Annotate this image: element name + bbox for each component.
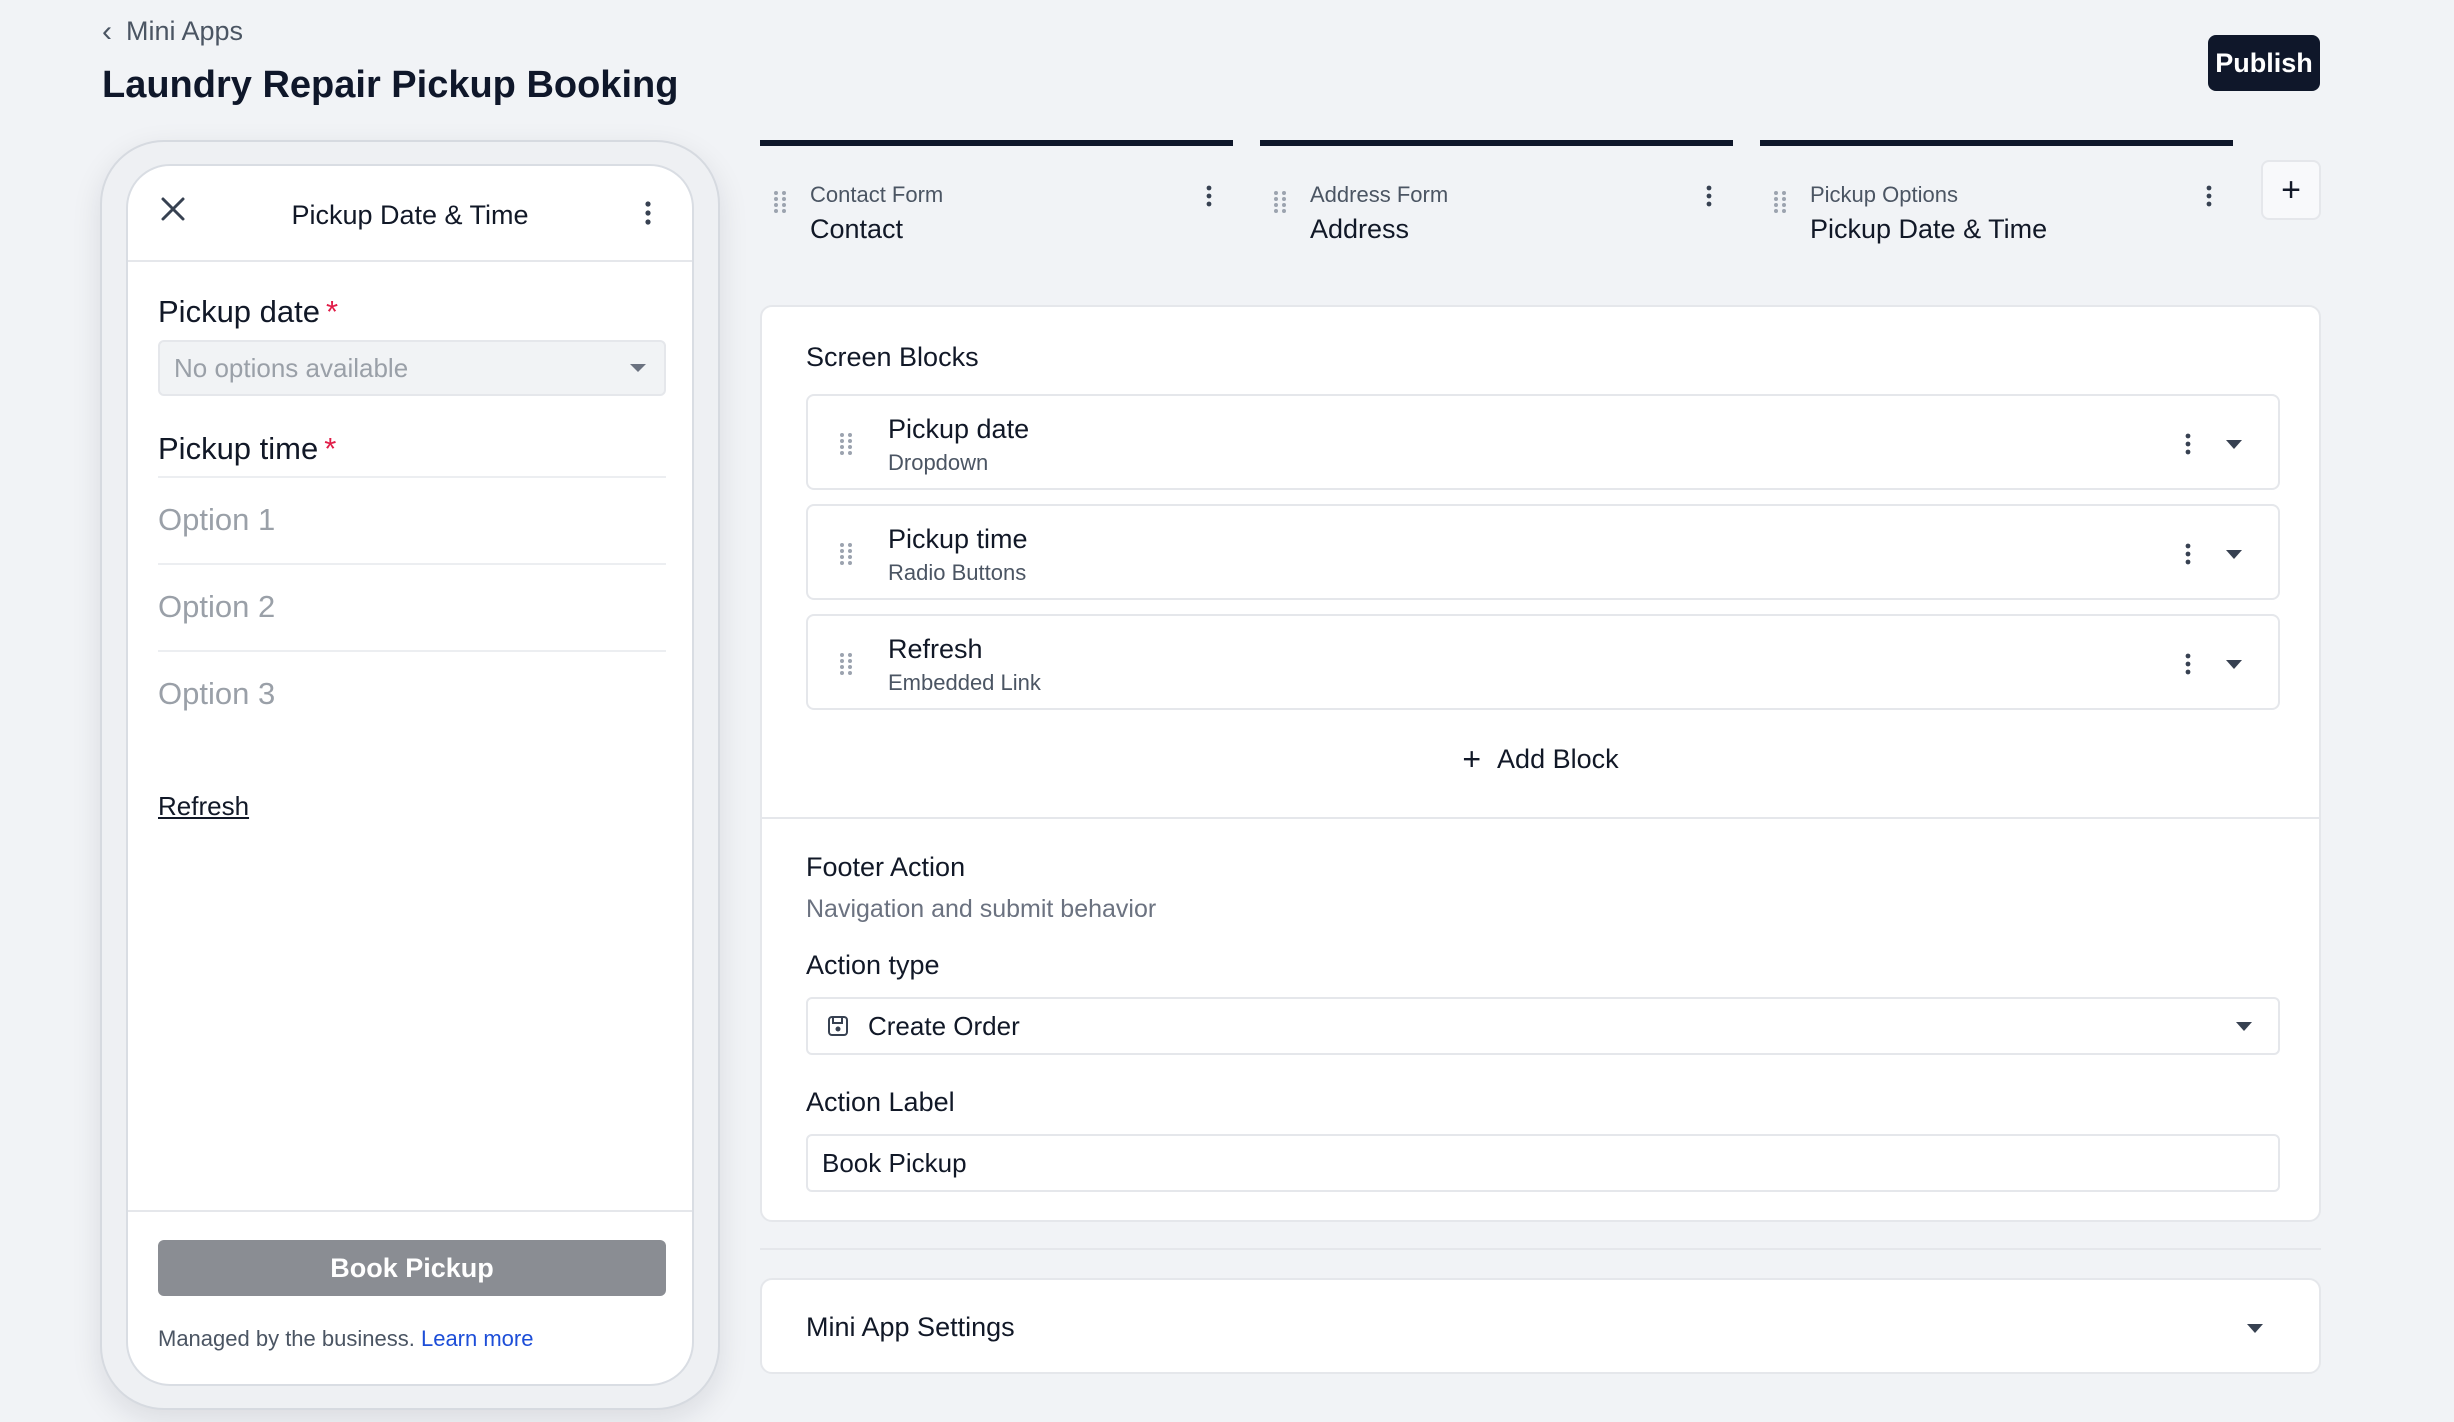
add-screen-button[interactable]: + bbox=[2261, 160, 2321, 220]
pickup-time-label: Pickup time * bbox=[158, 431, 336, 467]
add-block-label: Add Block bbox=[1497, 743, 1619, 774]
caret-down-icon bbox=[2236, 1022, 2252, 1031]
drag-handle-icon[interactable] bbox=[838, 652, 854, 676]
tab-contact[interactable]: Contact Form Contact bbox=[760, 140, 1233, 250]
more-vertical-icon[interactable] bbox=[2184, 542, 2192, 566]
action-type-label: Action type bbox=[806, 950, 940, 980]
block-name: Refresh bbox=[888, 634, 983, 664]
radio-option[interactable]: Option 3 bbox=[158, 650, 666, 736]
book-pickup-button[interactable]: Book Pickup bbox=[158, 1240, 666, 1296]
radio-option[interactable]: Option 1 bbox=[158, 476, 666, 562]
phone-preview: Pickup Date & Time Pickup date * No optio… bbox=[100, 140, 720, 1410]
tab-title: Contact bbox=[810, 214, 904, 244]
radio-option[interactable]: Option 2 bbox=[158, 563, 666, 649]
pickup-time-label-text: Pickup time bbox=[158, 431, 319, 466]
block-pickup-date[interactable]: Pickup date Dropdown bbox=[806, 394, 2280, 490]
required-mark: * bbox=[324, 431, 337, 466]
tab-title: Pickup Date & Time bbox=[1810, 214, 2048, 244]
caret-down-icon[interactable] bbox=[2226, 550, 2242, 559]
tab-address[interactable]: Address Form Address bbox=[1260, 140, 1733, 250]
block-type: Embedded Link bbox=[888, 670, 1041, 695]
pickup-date-placeholder: No options available bbox=[174, 352, 409, 383]
pickup-date-label: Pickup date * bbox=[158, 294, 338, 330]
pickup-date-select[interactable]: No options available bbox=[158, 340, 666, 396]
more-vertical-icon[interactable] bbox=[2184, 652, 2192, 676]
drag-handle-icon[interactable] bbox=[838, 542, 854, 566]
block-type: Radio Buttons bbox=[888, 560, 1027, 585]
screen-editor-card: Screen Blocks Pickup date Dropdown Picku… bbox=[760, 305, 2321, 1222]
chevron-left-icon: ‹ bbox=[102, 14, 112, 48]
learn-more-link[interactable]: Learn more bbox=[421, 1326, 534, 1351]
save-icon bbox=[828, 1016, 848, 1036]
back-link-label: Mini Apps bbox=[126, 16, 244, 46]
screen-blocks-title: Screen Blocks bbox=[806, 342, 979, 372]
phone-screen-title: Pickup Date & Time bbox=[291, 200, 529, 230]
caret-down-icon[interactable] bbox=[2247, 1324, 2263, 1333]
tab-subtitle: Pickup Options bbox=[1810, 182, 1958, 207]
app-root: ‹ Mini Apps Laundry Repair Pickup Bookin… bbox=[0, 0, 2454, 1422]
action-type-select[interactable]: Create Order bbox=[806, 997, 2280, 1055]
add-block-button[interactable]: + Add Block bbox=[762, 743, 2319, 775]
back-link[interactable]: ‹ Mini Apps bbox=[102, 16, 243, 47]
phone-screen: Pickup Date & Time Pickup date * No optio… bbox=[126, 164, 694, 1386]
publish-button[interactable]: Publish bbox=[2208, 35, 2320, 91]
block-pickup-time[interactable]: Pickup time Radio Buttons bbox=[806, 504, 2280, 600]
footer-action-description: Navigation and submit behavior bbox=[806, 895, 1157, 923]
drag-handle-icon[interactable] bbox=[838, 432, 854, 456]
tab-title: Address bbox=[1310, 214, 1410, 244]
phone-footer-divider bbox=[128, 1210, 692, 1212]
phone-header: Pickup Date & Time bbox=[128, 166, 692, 262]
more-vertical-icon[interactable] bbox=[2205, 184, 2213, 208]
tab-pickup-options[interactable]: Pickup Options Pickup Date & Time bbox=[1760, 140, 2233, 250]
footer-action-title: Footer Action bbox=[806, 852, 966, 882]
managed-note: Managed by the business. Learn more bbox=[158, 1326, 533, 1352]
action-type-value: Create Order bbox=[868, 1010, 1020, 1041]
section-divider bbox=[762, 817, 2319, 819]
more-vertical-icon[interactable] bbox=[644, 200, 652, 226]
more-vertical-icon[interactable] bbox=[1705, 184, 1713, 208]
managed-text: Managed by the business. bbox=[158, 1326, 415, 1351]
mini-app-settings-title: Mini App Settings bbox=[806, 1312, 1015, 1342]
action-label-label: Action Label bbox=[806, 1087, 955, 1117]
tab-subtitle: Address Form bbox=[1310, 182, 1449, 207]
block-refresh[interactable]: Refresh Embedded Link bbox=[806, 614, 2280, 710]
plus-icon: + bbox=[1462, 741, 1482, 777]
required-mark: * bbox=[326, 294, 339, 329]
page-title: Laundry Repair Pickup Booking bbox=[102, 64, 679, 106]
mini-app-settings-panel[interactable]: Mini App Settings bbox=[760, 1278, 2321, 1374]
tab-subtitle: Contact Form bbox=[810, 182, 944, 207]
more-vertical-icon[interactable] bbox=[2184, 432, 2192, 456]
action-label-input[interactable]: Book Pickup bbox=[806, 1134, 2280, 1192]
drag-handle-icon[interactable] bbox=[1772, 190, 1788, 214]
caret-down-icon[interactable] bbox=[2226, 660, 2242, 669]
page-divider bbox=[760, 1248, 2321, 1250]
pickup-date-label-text: Pickup date bbox=[158, 294, 320, 329]
block-type: Dropdown bbox=[888, 450, 989, 475]
more-vertical-icon[interactable] bbox=[1205, 184, 1213, 208]
block-name: Pickup time bbox=[888, 524, 1028, 554]
drag-handle-icon[interactable] bbox=[772, 190, 788, 214]
caret-down-icon[interactable] bbox=[2226, 440, 2242, 449]
action-label-value: Book Pickup bbox=[822, 1147, 967, 1178]
block-name: Pickup date bbox=[888, 414, 1030, 444]
refresh-link[interactable]: Refresh bbox=[158, 791, 249, 822]
drag-handle-icon[interactable] bbox=[1272, 190, 1288, 214]
caret-down-icon bbox=[630, 364, 646, 372]
